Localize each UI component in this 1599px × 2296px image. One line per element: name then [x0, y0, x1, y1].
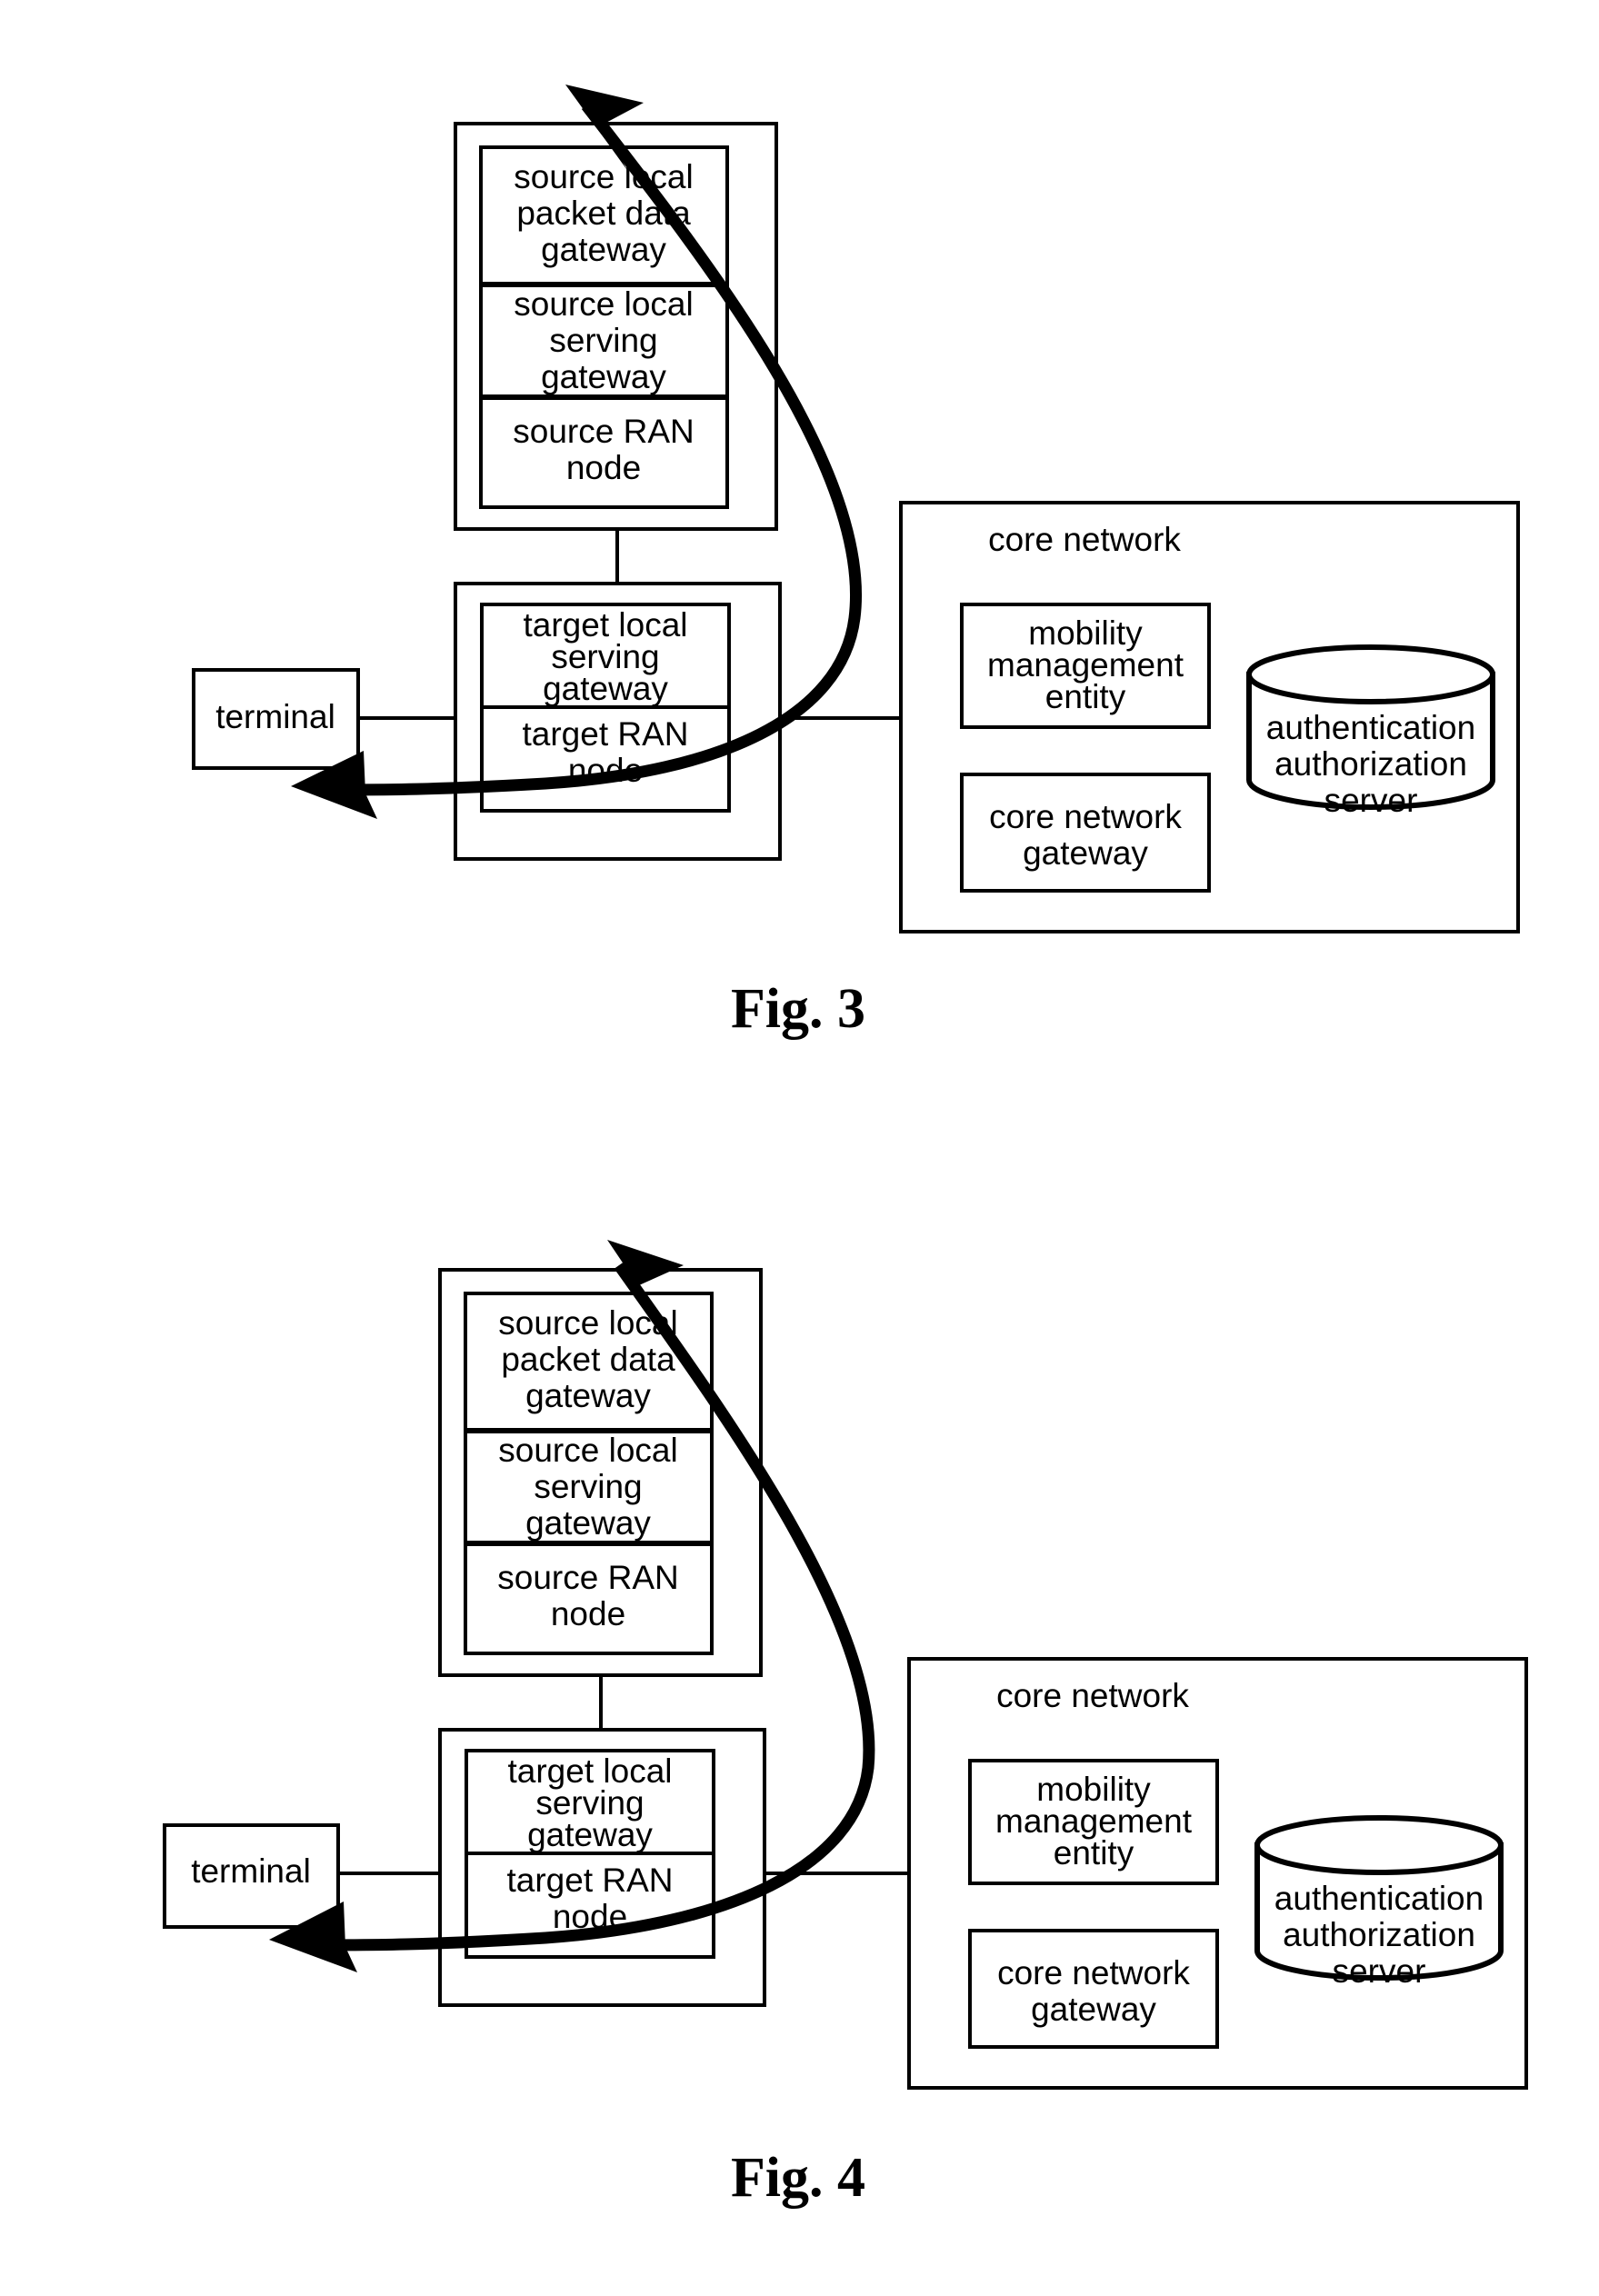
source-ran-node-label-line2: node — [566, 449, 641, 486]
authentication-authorization-server-label-line1: authentication — [1266, 709, 1475, 746]
patent-figure-sheet: source local packet data gateway source … — [0, 0, 1599, 2296]
source-local-serving-gateway-label-line3: gateway — [541, 358, 666, 395]
core-network-gateway-label-line2-fig4: gateway — [1031, 1991, 1156, 2028]
source-local-serving-gateway-label-line1: source local — [514, 285, 693, 323]
target-ran-node-label-line1: target RAN — [522, 715, 688, 753]
authentication-authorization-server-label-line3: server — [1324, 782, 1418, 819]
source-local-serving-gateway-label-line1-fig4: source local — [498, 1432, 677, 1469]
core-network-gateway-label-line1-fig4: core network — [997, 1954, 1190, 1992]
authentication-authorization-server-label-line2-fig4: authorization — [1283, 1916, 1475, 1953]
source-local-packet-data-gateway-label-line3-fig4: gateway — [525, 1377, 651, 1414]
source-local-serving-gateway-label-line3-fig4: gateway — [525, 1504, 651, 1542]
core-network-title-fig4: core network — [996, 1677, 1189, 1714]
source-ran-node-label-line1-fig4: source RAN — [497, 1559, 678, 1596]
source-local-packet-data-gateway-label-line3: gateway — [541, 231, 666, 268]
mobility-management-entity-label-line3-fig4: entity — [1054, 1834, 1134, 1872]
source-local-serving-gateway-label-line2: serving — [549, 322, 657, 359]
terminal-label-fig4: terminal — [191, 1852, 311, 1890]
source-ran-node-label-line1: source RAN — [513, 413, 694, 450]
target-local-serving-gateway-label-line3-fig4: gateway — [527, 1816, 653, 1853]
figures-canvas: source local packet data gateway source … — [163, 85, 1528, 2209]
core-network-gateway-label-line1: core network — [989, 798, 1182, 835]
target-ran-node-label-line1-fig4: target RAN — [506, 1862, 673, 1899]
authentication-authorization-server-label-line1-fig4: authentication — [1274, 1880, 1484, 1917]
source-local-serving-gateway-label-line2-fig4: serving — [534, 1468, 642, 1505]
target-local-serving-gateway-label-line3: gateway — [543, 670, 668, 707]
source-local-packet-data-gateway-label-line2-fig4: packet data — [501, 1341, 675, 1378]
core-network-title-fig3: core network — [988, 521, 1181, 558]
authentication-authorization-server-label-line2: authorization — [1274, 745, 1467, 783]
terminal-label-fig3: terminal — [215, 698, 335, 735]
source-ran-node-label-line2-fig4: node — [551, 1595, 625, 1632]
mobility-management-entity-label-line3: entity — [1045, 678, 1126, 715]
figure-4: source local packet data gateway source … — [163, 1240, 1528, 2209]
source-local-packet-data-gateway-label-line1: source local — [514, 158, 693, 195]
figure-3-caption: Fig. 3 — [731, 978, 865, 1040]
figure-4-caption: Fig. 4 — [731, 2147, 865, 2209]
core-network-gateway-label-line2: gateway — [1023, 834, 1148, 872]
figure-3: source local packet data gateway source … — [192, 85, 1520, 1040]
authentication-authorization-server-label-line3-fig4: server — [1333, 1952, 1426, 1990]
